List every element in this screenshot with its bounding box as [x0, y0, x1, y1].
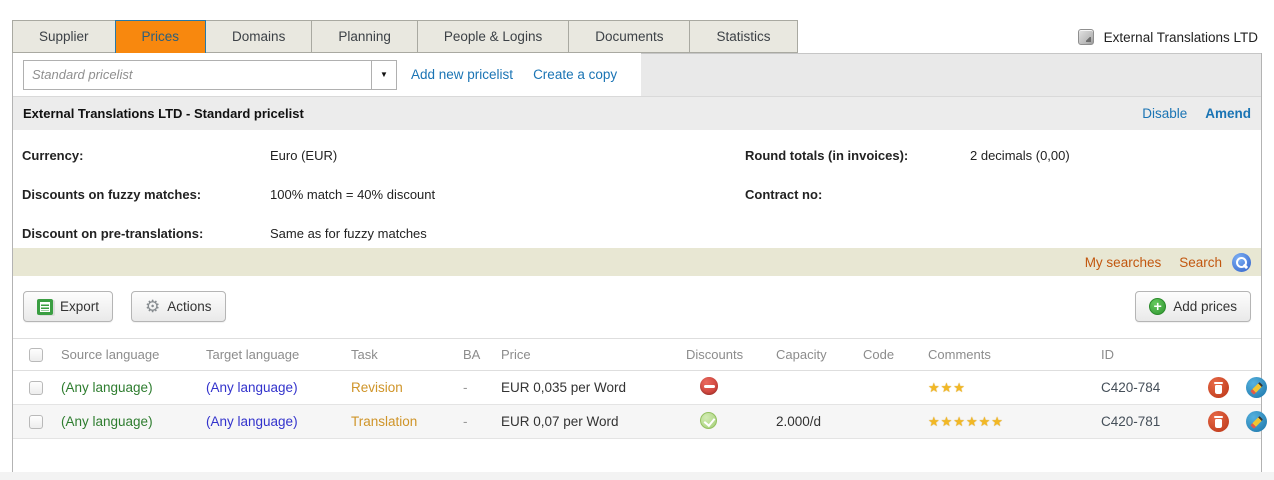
column-header-capacity: Capacity	[776, 347, 863, 362]
account-name: External Translations LTD	[1104, 30, 1258, 45]
export-label: Export	[60, 299, 99, 314]
ba-cell: -	[463, 414, 501, 429]
select-all-checkbox[interactable]	[29, 348, 43, 362]
no-discount-icon	[700, 377, 718, 395]
dropdown-arrow-icon[interactable]: ▼	[371, 61, 396, 89]
id-cell: C420-784	[1101, 380, 1198, 395]
column-header-discounts: Discounts	[686, 347, 776, 362]
price-cell: EUR 0,035 per Word	[501, 380, 686, 395]
page: SupplierPricesDomainsPlanningPeople & Lo…	[0, 0, 1274, 480]
round-totals-label: Round totals (in invoices):	[745, 148, 908, 163]
edit-icon[interactable]	[1246, 411, 1267, 432]
amend-link[interactable]: Amend	[1205, 106, 1251, 121]
column-header-comments: Comments	[928, 347, 1101, 362]
company-icon	[1078, 29, 1094, 45]
round-totals-value: 2 decimals (0,00)	[970, 148, 1070, 163]
disable-link[interactable]: Disable	[1142, 106, 1187, 121]
pricelist-bar: Standard pricelist ▼ Add new pricelist C…	[13, 53, 1261, 97]
column-header-code: Code	[863, 347, 928, 362]
pricelist-header: External Translations LTD - Standard pri…	[13, 97, 1261, 130]
target-language-cell[interactable]: (Any language)	[206, 380, 351, 395]
search-icon[interactable]	[1232, 253, 1251, 272]
tab-statistics[interactable]: Statistics	[689, 20, 797, 53]
add-new-pricelist-link[interactable]: Add new pricelist	[411, 67, 513, 82]
tab-planning[interactable]: Planning	[311, 20, 418, 53]
pricelist-select-value: Standard pricelist	[24, 61, 371, 89]
fuzzy-discount-label: Discounts on fuzzy matches:	[22, 187, 201, 202]
pricelist-select[interactable]: Standard pricelist ▼	[23, 60, 397, 90]
page-footer-strip	[0, 472, 1274, 480]
edit-icon[interactable]	[1246, 377, 1267, 398]
contract-no-label: Contract no:	[745, 187, 822, 202]
price-cell: EUR 0,07 per Word	[501, 414, 686, 429]
currency-label: Currency:	[22, 148, 83, 163]
tab-bar: SupplierPricesDomainsPlanningPeople & Lo…	[12, 20, 1262, 53]
delete-icon[interactable]	[1208, 411, 1229, 432]
export-button[interactable]: Export	[23, 291, 113, 322]
table-row: (Any language)(Any language)Revision-EUR…	[13, 371, 1261, 405]
comments-stars: ★★★	[928, 380, 1101, 396]
id-cell: C420-781	[1101, 414, 1198, 429]
pricelist-title: External Translations LTD - Standard pri…	[23, 106, 304, 121]
task-cell[interactable]: Revision	[351, 380, 463, 395]
target-language-cell[interactable]: (Any language)	[206, 414, 351, 429]
search-link[interactable]: Search	[1179, 255, 1222, 270]
tab-supplier[interactable]: Supplier	[12, 20, 116, 53]
table-row: (Any language)(Any language)Translation-…	[13, 405, 1261, 439]
tab-people-logins[interactable]: People & Logins	[417, 20, 569, 53]
actions-button[interactable]: ⚙ Actions	[131, 291, 226, 322]
pricelist-details: Currency: Euro (EUR) Discounts on fuzzy …	[13, 130, 1261, 248]
tab-domains[interactable]: Domains	[205, 20, 312, 53]
toolbar: Export ⚙ Actions + Add prices	[13, 276, 1261, 338]
add-prices-button[interactable]: + Add prices	[1135, 291, 1251, 322]
add-prices-label: Add prices	[1173, 299, 1237, 314]
pretranslation-discount-value: Same as for fuzzy matches	[270, 226, 427, 241]
gear-icon: ⚙	[145, 299, 160, 315]
column-header-ba: BA	[463, 347, 501, 362]
source-language-cell[interactable]: (Any language)	[61, 380, 206, 395]
my-searches-link[interactable]: My searches	[1085, 255, 1162, 270]
pretranslation-discount-label: Discount on pre-translations:	[22, 226, 203, 241]
tab-documents[interactable]: Documents	[568, 20, 690, 53]
tab-prices[interactable]: Prices	[115, 20, 207, 53]
content-panel: Standard pricelist ▼ Add new pricelist C…	[12, 53, 1262, 474]
search-bar: My searches Search	[13, 248, 1261, 276]
pricelist-bar-filler	[641, 53, 1261, 96]
capacity-cell: 2.000/d	[776, 414, 863, 429]
excel-icon	[37, 299, 53, 315]
currency-value: Euro (EUR)	[270, 148, 337, 163]
prices-table-header: Source languageTarget languageTaskBAPric…	[13, 339, 1261, 371]
row-checkbox[interactable]	[29, 415, 43, 429]
plus-icon: +	[1149, 298, 1166, 315]
task-cell[interactable]: Translation	[351, 414, 463, 429]
delete-icon[interactable]	[1208, 377, 1229, 398]
actions-label: Actions	[167, 299, 211, 314]
prices-table: Source languageTarget languageTaskBAPric…	[13, 338, 1261, 439]
column-header-source-language: Source language	[61, 347, 206, 362]
comments-stars: ★★★★★★	[928, 414, 1101, 430]
column-header-id: ID	[1101, 347, 1198, 362]
column-header-task: Task	[351, 347, 463, 362]
column-header-target-language: Target language	[206, 347, 351, 362]
create-copy-link[interactable]: Create a copy	[533, 67, 617, 82]
fuzzy-discount-value: 100% match = 40% discount	[270, 187, 435, 202]
source-language-cell[interactable]: (Any language)	[61, 414, 206, 429]
column-header-price: Price	[501, 347, 686, 362]
discount-allowed-icon	[700, 412, 717, 429]
ba-cell: -	[463, 380, 501, 395]
account-indicator: External Translations LTD	[1078, 29, 1258, 45]
row-checkbox[interactable]	[29, 381, 43, 395]
